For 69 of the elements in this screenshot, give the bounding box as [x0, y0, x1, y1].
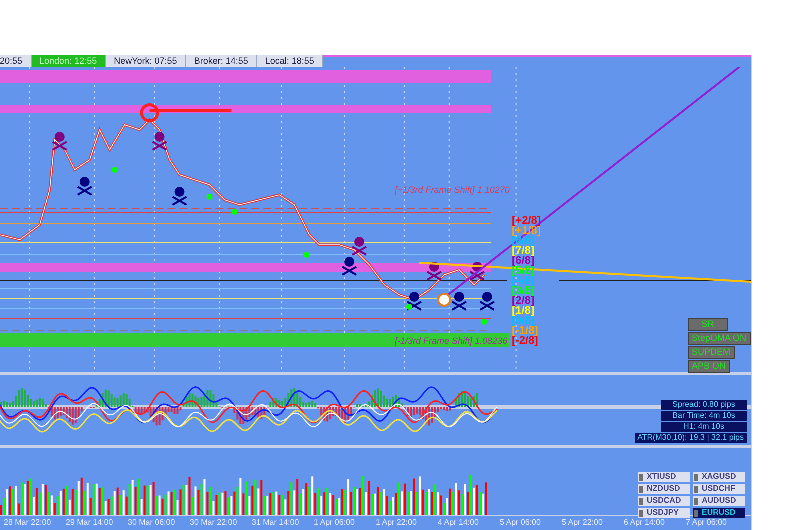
signal-dot [232, 209, 238, 215]
signal-dot [481, 319, 488, 325]
session-clock: NewYork: 07:55 [106, 55, 186, 67]
skull-crossbones-icon [479, 292, 496, 311]
murrey-level-label: [0/8] [512, 316, 535, 326]
murrey-level-label: [+2/8] [512, 216, 542, 226]
murrey-level-label: [6/8] [512, 256, 536, 266]
symbol-button[interactable]: USDCAD [638, 496, 690, 506]
info-readout: Bar Time: 4m 10s [661, 411, 747, 421]
time-axis-label: 31 Mar 14:00 [252, 517, 300, 529]
murrey-level-label: [-2/8] [512, 336, 540, 346]
indicator-square-icon [639, 474, 643, 480]
info-readout: Spread: 0.80 pips [661, 400, 747, 410]
skull-crossbones-icon [342, 257, 358, 276]
time-axis-label: 30 Mar 06:00 [128, 517, 176, 529]
skull-crossbones-icon [469, 262, 486, 281]
time-axis-label: 7 Apr 06:00 [686, 517, 728, 529]
signal-dot [112, 167, 118, 173]
time-axis-label: 30 Mar 22:00 [190, 517, 238, 529]
murrey-level-label: [7/8] [512, 246, 536, 256]
time-axis-label: 5 Apr 22:00 [562, 517, 604, 529]
skull-crossbones-icon [451, 292, 468, 311]
time-axis-label: 6 Apr 14:00 [624, 517, 666, 529]
time-axis-label: 5 Apr 06:00 [500, 517, 542, 529]
indicator-square-icon [639, 510, 643, 516]
indicator-square-icon [639, 498, 643, 504]
time-axis-label: 28 Mar 22:00 [4, 517, 52, 529]
time-axis-label: 4 Apr 14:00 [438, 517, 480, 529]
time-axis-label: 29 Mar 14:00 [66, 517, 114, 529]
skull-crossbones-icon [352, 237, 368, 256]
symbol-button[interactable]: AUDUSD [693, 496, 745, 506]
murrey-level-label: [4/8] [512, 276, 536, 286]
murrey-level-label: [-1/8] [512, 326, 540, 336]
indicator-square-icon [694, 498, 698, 504]
ring-marker [140, 104, 160, 122]
frame-shift-label: [+1/3rd Frame Shift] 1.10270 [395, 185, 510, 195]
session-clock: Local: 18:55 [257, 55, 324, 67]
signal-dot [406, 304, 412, 310]
murrey-level-label: [3/8] [512, 286, 536, 296]
skull-crossbones-icon [406, 292, 422, 311]
info-readout: H1: 4m 10s [661, 422, 747, 432]
indicator-square-icon [694, 474, 698, 480]
session-clock: London: 12:55 [32, 55, 106, 67]
skull-crossbones-icon [52, 132, 68, 151]
symbol-button[interactable]: XAGUSD [693, 472, 745, 482]
time-axis-label: 1 Apr 06:00 [314, 517, 356, 529]
ring-marker [437, 293, 452, 307]
skull-crossbones-icon [76, 177, 93, 196]
skull-crossbones-icon [152, 132, 168, 151]
symbol-button[interactable]: EURUSD [693, 508, 745, 518]
signal-dot [304, 252, 310, 258]
session-clock: Broker: 14:55 [186, 55, 258, 67]
symbol-button[interactable]: USDCHF [693, 484, 745, 494]
info-readout: ATR(M30,10): 19.3 | 32.1 pips [634, 433, 747, 443]
session-clock: 20:55 [0, 55, 32, 67]
skull-crossbones-icon [172, 187, 188, 206]
indicator-square-icon [639, 486, 643, 492]
murrey-level-label: [+1/8] [512, 226, 542, 236]
time-axis-label: 1 Apr 22:00 [376, 517, 418, 529]
symbol-button[interactable]: NZDUSD [638, 484, 690, 494]
indicator-square-icon [694, 486, 698, 492]
murrey-level-label: [1/8] [512, 306, 536, 316]
skull-crossbones-icon [426, 262, 442, 281]
frame-shift-label: [-1/3rd Frame Shift] 1.08236 [395, 336, 508, 346]
symbol-button[interactable]: XTIUSD [638, 472, 690, 482]
indicator-square-icon [694, 510, 698, 516]
symbol-button[interactable]: USDJPY [638, 508, 690, 518]
murrey-level-label: [2/8] [512, 296, 536, 306]
signal-dot [206, 194, 213, 200]
